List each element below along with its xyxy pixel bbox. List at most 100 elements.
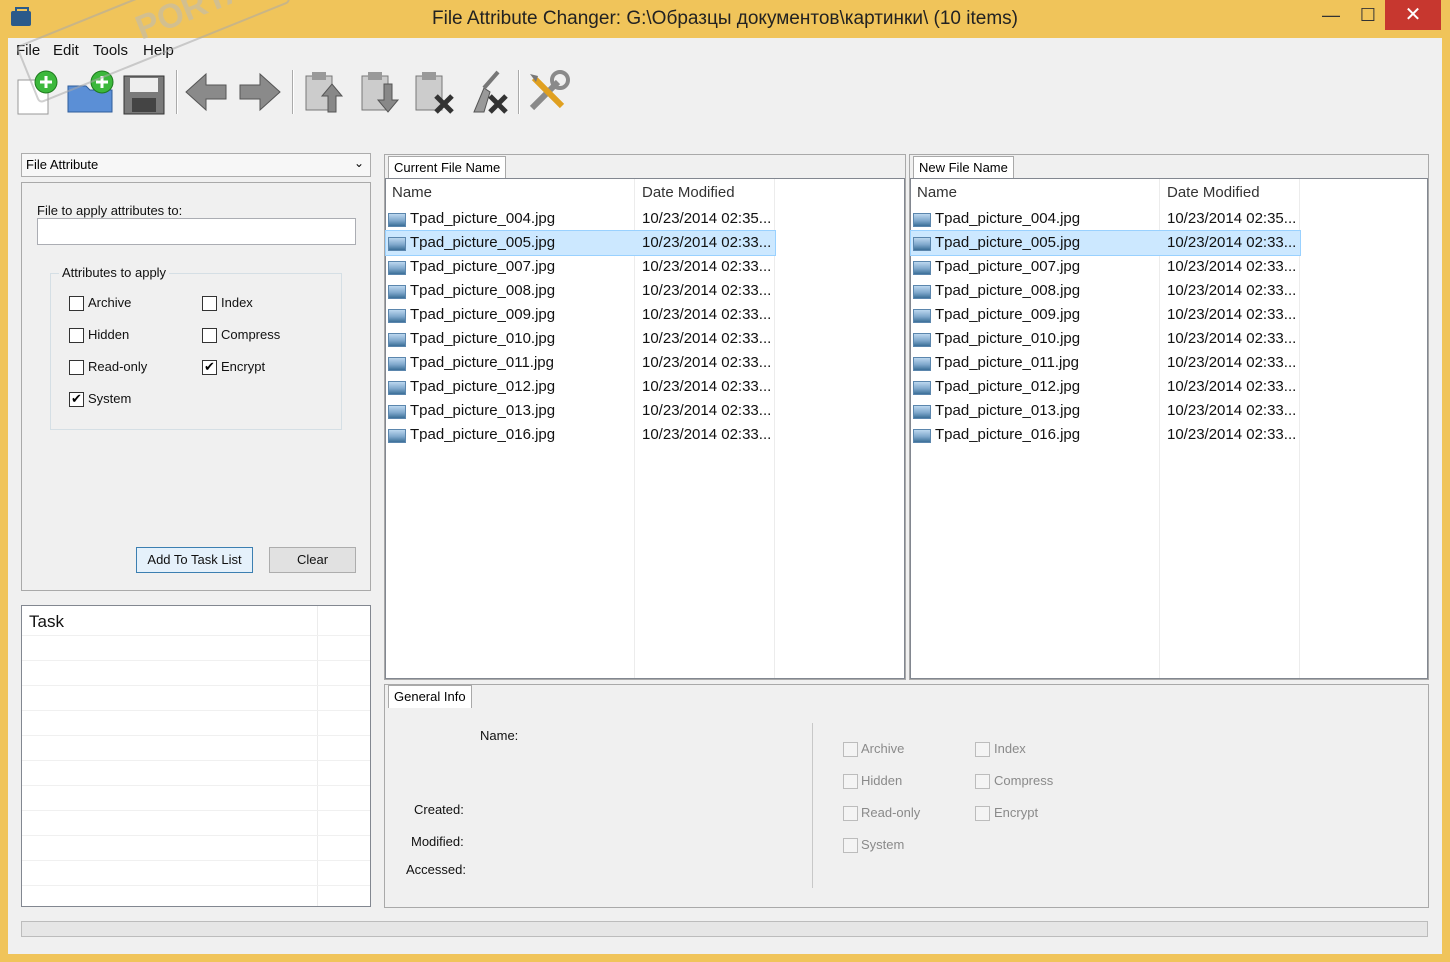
file-row[interactable]: Tpad_picture_007.jpg 10/23/2014 02:33... (386, 255, 775, 279)
image-file-icon (388, 333, 406, 347)
task-row (22, 660, 370, 686)
general-info-panel (384, 684, 1429, 908)
file-date: 10/23/2014 02:33... (642, 258, 772, 275)
file-date: 10/23/2014 02:35... (642, 210, 772, 227)
image-file-icon (913, 381, 931, 395)
client-area: File Edit Tools Help File Attribute ⌄ Fi… (8, 38, 1442, 954)
file-label: File to apply attributes to: (37, 203, 183, 218)
tab-current-file-name[interactable]: Current File Name (388, 156, 507, 179)
tools-icon[interactable] (524, 68, 572, 116)
file-row[interactable]: Tpad_picture_016.jpg 10/23/2014 02:33... (911, 423, 1300, 447)
column-name-header[interactable]: Name (917, 179, 957, 205)
task-row (22, 760, 370, 786)
tab-new-file-name[interactable]: New File Name (913, 156, 1014, 179)
tab-general-info[interactable]: General Info (388, 685, 472, 708)
read-only-checkbox[interactable] (69, 360, 84, 375)
file-date: 10/23/2014 02:33... (1167, 330, 1297, 347)
file-name: Tpad_picture_011.jpg (410, 354, 554, 371)
info-divider (812, 723, 813, 888)
hidden-checkbox[interactable] (69, 328, 84, 343)
info-read-only-checkbox (843, 806, 858, 821)
file-row[interactable]: Tpad_picture_005.jpg 10/23/2014 02:33... (910, 230, 1301, 256)
paste-up-icon[interactable] (300, 68, 348, 116)
task-row (22, 835, 370, 861)
image-file-icon (388, 429, 406, 443)
image-file-icon (388, 381, 406, 395)
file-row[interactable]: Tpad_picture_004.jpg 10/23/2014 02:35... (911, 207, 1300, 231)
toolbar (8, 64, 1442, 120)
file-row[interactable]: Tpad_picture_009.jpg 10/23/2014 02:33... (386, 303, 775, 327)
file-date: 10/23/2014 02:33... (1167, 402, 1297, 419)
info-created-label: Created: (414, 802, 464, 817)
file-row[interactable]: Tpad_picture_009.jpg 10/23/2014 02:33... (911, 303, 1300, 327)
task-row (22, 810, 370, 836)
image-file-icon (913, 261, 931, 275)
info-archive-checkbox (843, 742, 858, 757)
column-name-header[interactable]: Name (392, 179, 432, 205)
image-file-icon (913, 429, 931, 443)
file-row[interactable]: Tpad_picture_013.jpg 10/23/2014 02:33... (911, 399, 1300, 423)
encrypt-label: Encrypt (221, 359, 266, 374)
file-date: 10/23/2014 02:33... (1167, 258, 1297, 275)
file-row[interactable]: Tpad_picture_010.jpg 10/23/2014 02:33... (386, 327, 775, 351)
task-list[interactable]: Task (21, 605, 371, 907)
file-name: Tpad_picture_013.jpg (935, 402, 1081, 419)
archive-checkbox[interactable] (69, 296, 84, 311)
file-date: 10/23/2014 02:33... (642, 306, 772, 323)
attribute-panel: File to apply attributes to: Attributes … (21, 182, 371, 591)
mode-select[interactable]: File Attribute ⌄ (21, 153, 371, 177)
close-button[interactable]: ✕ (1385, 0, 1441, 30)
encrypt-checkbox[interactable]: ✔ (202, 360, 217, 375)
image-file-icon (913, 357, 931, 371)
compress-checkbox[interactable] (202, 328, 217, 343)
minimize-button[interactable]: — (1313, 0, 1349, 30)
paste-down-icon[interactable] (356, 68, 404, 116)
back-arrow-icon[interactable] (182, 68, 230, 116)
file-row[interactable]: Tpad_picture_007.jpg 10/23/2014 02:33... (911, 255, 1300, 279)
task-row (22, 685, 370, 711)
image-file-icon (388, 213, 406, 227)
file-path-input[interactable] (37, 218, 356, 245)
new-file-list[interactable]: Name Date Modified Tpad_picture_004.jpg 1… (910, 178, 1428, 679)
file-row[interactable]: Tpad_picture_004.jpg 10/23/2014 02:35... (386, 207, 775, 231)
maximize-button[interactable]: ☐ (1350, 0, 1386, 30)
file-row[interactable]: Tpad_picture_011.jpg 10/23/2014 02:33... (386, 351, 775, 375)
file-name: Tpad_picture_007.jpg (935, 258, 1081, 275)
task-row (22, 635, 370, 661)
clear-button[interactable]: Clear (269, 547, 356, 573)
file-name: Tpad_picture_013.jpg (410, 402, 556, 419)
file-row[interactable]: Tpad_picture_011.jpg 10/23/2014 02:33... (911, 351, 1300, 375)
file-date: 10/23/2014 02:33... (642, 378, 772, 395)
file-row[interactable]: Tpad_picture_008.jpg 10/23/2014 02:33... (386, 279, 775, 303)
index-checkbox[interactable] (202, 296, 217, 311)
archive-label: Archive (88, 295, 132, 310)
file-row[interactable]: Tpad_picture_012.jpg 10/23/2014 02:33... (386, 375, 775, 399)
file-row[interactable]: Tpad_picture_013.jpg 10/23/2014 02:33... (386, 399, 775, 423)
column-date-header[interactable]: Date Modified (1167, 179, 1260, 205)
file-row[interactable]: Tpad_picture_005.jpg 10/23/2014 02:33... (385, 230, 776, 256)
file-name: Tpad_picture_004.jpg (935, 210, 1081, 227)
clear-broom-icon[interactable] (464, 68, 512, 116)
image-file-icon (913, 405, 931, 419)
file-row[interactable]: Tpad_picture_016.jpg 10/23/2014 02:33... (386, 423, 775, 447)
file-date: 10/23/2014 02:33... (1167, 306, 1297, 323)
file-row[interactable]: Tpad_picture_008.jpg 10/23/2014 02:33... (911, 279, 1300, 303)
compress-label: Compress (221, 327, 281, 342)
status-bar (21, 921, 1428, 937)
forward-arrow-icon[interactable] (236, 68, 284, 116)
system-checkbox[interactable]: ✔ (69, 392, 84, 407)
info-system-checkbox (843, 838, 858, 853)
attributes-group-label: Attributes to apply (59, 265, 170, 280)
file-row[interactable]: Tpad_picture_012.jpg 10/23/2014 02:33... (911, 375, 1300, 399)
current-file-list[interactable]: Name Date Modified Tpad_picture_004.jpg 1… (385, 178, 905, 679)
file-date: 10/23/2014 02:33... (1167, 234, 1297, 251)
file-row[interactable]: Tpad_picture_010.jpg 10/23/2014 02:33... (911, 327, 1300, 351)
system-label: System (88, 391, 132, 406)
delete-icon[interactable] (410, 68, 458, 116)
image-file-icon (388, 357, 406, 371)
add-to-task-list-button[interactable]: Add To Task List (136, 547, 253, 573)
info-accessed-label: Accessed: (406, 862, 466, 877)
info-read-only-label: Read-only (861, 805, 921, 820)
column-date-header[interactable]: Date Modified (642, 179, 735, 205)
toolbar-separator (292, 70, 294, 114)
